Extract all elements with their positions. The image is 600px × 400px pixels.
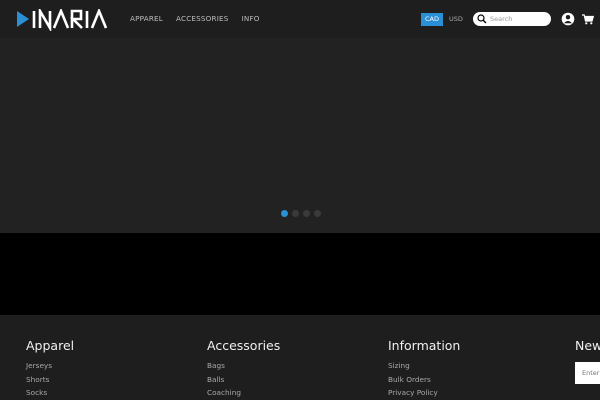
account-icon[interactable] xyxy=(561,12,575,26)
footer-col-accessories: Accessories Bags Balls Coaching xyxy=(207,338,280,400)
site-header: APPAREL ACCESSORIES INFO CAD USD xyxy=(0,0,600,38)
search-input[interactable] xyxy=(490,12,548,26)
slider-dot-2[interactable] xyxy=(292,210,299,217)
footer-link-socks[interactable]: Socks xyxy=(26,386,74,400)
footer-link-bags[interactable]: Bags xyxy=(207,359,280,373)
footer-col-newsletter: New xyxy=(575,338,600,359)
footer-col-apparel: Apparel Jerseys Shorts Socks xyxy=(26,338,74,400)
footer-link-jerseys[interactable]: Jerseys xyxy=(26,359,74,373)
footer-heading-newsletter: New xyxy=(575,338,600,353)
slider-dot-1[interactable] xyxy=(281,210,288,217)
slider-dot-3[interactable] xyxy=(303,210,310,217)
footer-link-privacy-policy[interactable]: Privacy Policy xyxy=(388,386,460,400)
footer-heading-apparel: Apparel xyxy=(26,338,75,353)
hero-slider[interactable] xyxy=(0,38,600,233)
search-icon[interactable] xyxy=(477,14,487,24)
footer-link-coaching[interactable]: Coaching xyxy=(207,386,280,400)
nav-info[interactable]: INFO xyxy=(242,14,260,23)
currency-cad-button[interactable]: CAD xyxy=(421,13,443,26)
content-band xyxy=(0,233,600,315)
site-footer: Apparel Jerseys Shorts Socks Accessories… xyxy=(0,315,600,400)
newsletter-email-input[interactable] xyxy=(575,362,600,384)
slider-pagination xyxy=(281,210,321,217)
slider-dot-4[interactable] xyxy=(314,210,321,217)
currency-usd-button[interactable]: USD xyxy=(446,13,466,26)
inaria-logo-icon xyxy=(17,9,107,31)
cart-icon[interactable] xyxy=(582,14,594,25)
brand-logo[interactable] xyxy=(17,9,107,31)
nav-accessories[interactable]: ACCESSORIES xyxy=(176,14,229,23)
footer-link-balls[interactable]: Balls xyxy=(207,373,280,387)
footer-link-bulk-orders[interactable]: Bulk Orders xyxy=(388,373,460,387)
footer-link-sizing[interactable]: Sizing xyxy=(388,359,460,373)
footer-heading-information: Information xyxy=(388,338,461,353)
nav-apparel[interactable]: APPAREL xyxy=(130,14,163,23)
footer-col-information: Information Sizing Bulk Orders Privacy P… xyxy=(388,338,460,400)
search-box xyxy=(473,12,551,26)
footer-heading-accessories: Accessories xyxy=(207,338,281,353)
main-nav: APPAREL ACCESSORIES INFO xyxy=(130,14,260,23)
footer-link-shorts[interactable]: Shorts xyxy=(26,373,74,387)
